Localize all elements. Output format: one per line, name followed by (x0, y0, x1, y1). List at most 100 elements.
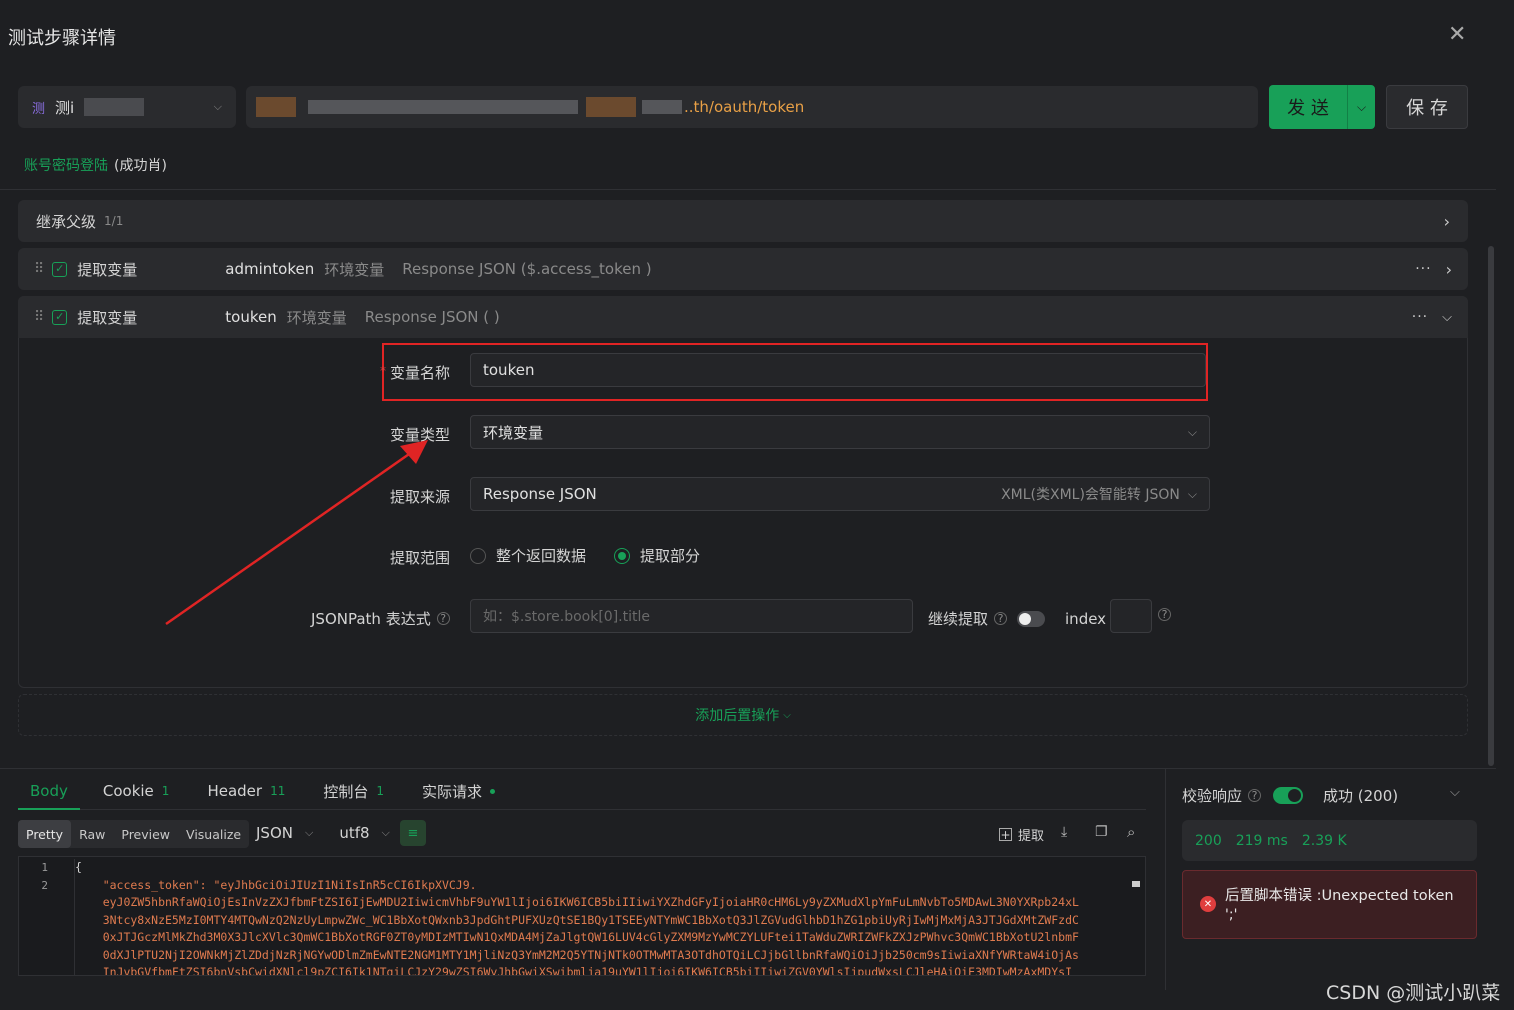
chevron-down-icon[interactable]: ⌵ (1347, 85, 1375, 129)
redacted-block (308, 100, 578, 114)
url-input[interactable]: ..th/oauth/token (246, 86, 1258, 128)
jsonpath-input[interactable]: 如：$.store.book[0].title (470, 599, 913, 633)
tab-header[interactable]: Header 11 (207, 782, 285, 800)
watermark: CSDN @测试小趴菜 (1326, 982, 1501, 1004)
add-post-button[interactable]: 添加后置操作 ⌵ (18, 694, 1468, 736)
radio-all[interactable] (470, 547, 486, 564)
chevron-down-icon: ⌵ (1187, 486, 1197, 501)
extract-source: Response JSON ( ) (364, 308, 500, 326)
divider (1165, 768, 1166, 990)
code-line: { (75, 860, 82, 874)
url-text: ..th/oauth/token (684, 98, 805, 116)
range-option-part[interactable]: 提取部分 (640, 545, 700, 566)
code-scrollbar[interactable] (1129, 857, 1143, 975)
extract-title: 提取变量 (77, 260, 138, 279)
extract-row-1[interactable]: ⠿ ✓ 提取变量 admintoken 环境变量 Response JSON (… (18, 248, 1468, 290)
close-icon[interactable]: ✕ (1448, 22, 1466, 47)
view-mode-group: Pretty Raw Preview Visualize (18, 820, 250, 848)
code-line: InJvbGVfbmFtZSI6bnVsbCwidXNlcl9pZCI6Ik1N… (75, 965, 1072, 976)
inherit-row[interactable]: 继承父级 1/1 › (18, 200, 1468, 242)
drag-handle-icon[interactable]: ⠿ (34, 309, 44, 325)
download-icon[interactable]: ⤓ (1061, 824, 1067, 840)
inherit-count: 1/1 (104, 214, 124, 228)
var-name-input[interactable]: touken (470, 353, 1206, 387)
view-pretty[interactable]: Pretty (18, 820, 72, 848)
chevron-right-icon[interactable]: › (1446, 260, 1452, 279)
save-button[interactable]: 保 存 (1386, 85, 1468, 129)
source-select[interactable]: Response JSON XML(类XML)会智能转 JSON ⌵ (470, 477, 1210, 511)
chevron-right-icon: › (1443, 211, 1450, 231)
view-visualize[interactable]: Visualize (178, 820, 249, 848)
tab-actual-request[interactable]: 实际请求 (422, 781, 496, 802)
chevron-down-icon: ⌵ (1187, 424, 1197, 439)
line-number: 2 (41, 879, 48, 892)
name-label: 变量名称 (390, 364, 451, 382)
drag-handle-icon[interactable]: ⠿ (34, 261, 44, 277)
tab-cookie[interactable]: Cookie 1 (103, 782, 170, 800)
more-icon[interactable]: ··· (1412, 309, 1428, 325)
status-code: 200 (1195, 832, 1222, 849)
required-mark: * (380, 364, 386, 378)
var-type-select[interactable]: 环境变量 ⌵ (470, 415, 1210, 449)
search-icon[interactable]: ⌕ (1127, 823, 1135, 841)
index-input[interactable] (1110, 599, 1152, 633)
code-line: 0xJTJGczMlMkZhd3M0X3JlcXVlc3QmWC1BbXotRG… (75, 930, 1079, 944)
divider (0, 768, 1496, 769)
checkbox-icon[interactable]: ✓ (52, 261, 68, 277)
continue-toggle[interactable] (1017, 610, 1046, 627)
help-icon[interactable]: ? (1248, 789, 1262, 802)
extract-icon[interactable]: + (999, 828, 1012, 842)
help-icon[interactable]: ? (994, 612, 1008, 625)
error-text-2: ';' (1225, 907, 1238, 923)
line-number: 1 (41, 861, 48, 874)
format-select[interactable]: JSON (256, 824, 293, 842)
code-line: "access_token": "eyJhbGciOiJIUzI1NiIsInR… (75, 877, 477, 892)
code-line: 0dXJlPTU2NjI2OWNkMjZlZDdjNzRjNGYwODlmZmE… (75, 947, 1079, 962)
chevron-down-icon[interactable]: ⌵ (305, 826, 313, 840)
extract-source: Response JSON ($.access_token ) (402, 260, 652, 278)
extract-row-2[interactable]: ⠿ ✓ 提取变量 touken 环境变量 Response JSON ( ) ·… (18, 296, 1468, 338)
radio-part[interactable] (614, 547, 631, 564)
error-alert: ✕ 后置脚本错误 :Unexpected token ';' (1182, 870, 1477, 939)
scrollbar[interactable] (1488, 246, 1494, 766)
extract-var-name: admintoken (225, 260, 315, 278)
chevron-down-icon[interactable]: ⌵ (1450, 785, 1460, 800)
tab-console[interactable]: 控制台 1 (323, 781, 384, 802)
send-button[interactable]: 发 送 ⌵ (1269, 85, 1375, 129)
code-editor[interactable]: 1 2 { "access_token": "eyJhbGciOiJIUzI1N… (18, 856, 1146, 976)
encoding-select[interactable]: utf8 (339, 824, 369, 842)
line-gutter: 1 2 (19, 859, 75, 975)
code-line: eyJ0ZW5hbnRfaWQiOjEsInVzZXJfbmFtZSI6IjEw… (75, 895, 1079, 909)
response-tabs: Body Cookie 1 Header 11 控制台 1 实际请求 (30, 778, 496, 804)
wrap-icon[interactable]: ≡ (400, 820, 426, 846)
view-preview[interactable]: Preview (113, 820, 178, 848)
inherit-label: 继承父级 (36, 212, 97, 231)
validate-status: 成功 (200) (1323, 787, 1399, 805)
response-size: 2.39 K (1301, 832, 1347, 849)
tab-active-indicator (18, 808, 80, 810)
copy-icon[interactable]: ❐ (1095, 824, 1108, 840)
tab-body[interactable]: Body (30, 782, 68, 800)
api-link[interactable]: 账号密码登陆 (24, 155, 108, 175)
extract-var-name: touken (225, 308, 277, 326)
checkbox-icon[interactable]: ✓ (52, 309, 68, 325)
chevron-down-icon: ⌵ (213, 100, 222, 113)
dialog-title: 测试步骤详情 (8, 28, 116, 49)
step-badge: 测 (32, 101, 46, 117)
continue-label: 继续提取 (928, 610, 989, 628)
step-name: 测i (55, 98, 75, 117)
step-selector[interactable]: 测 测i ⌵ (18, 86, 236, 128)
help-icon[interactable]: ? (1158, 608, 1171, 621)
status-dot (490, 788, 496, 794)
validate-toggle[interactable] (1273, 787, 1304, 804)
validate-label: 校验响应 (1182, 787, 1243, 805)
extract-var-type: 环境变量 (286, 308, 347, 327)
view-raw[interactable]: Raw (71, 820, 113, 848)
chevron-down-icon[interactable]: ⌵ (1442, 310, 1452, 325)
source-hint: XML(类XML)会智能转 JSON (1001, 487, 1180, 503)
chevron-down-icon[interactable]: ⌵ (382, 826, 390, 840)
redacted-block (642, 100, 682, 114)
range-option-all[interactable]: 整个返回数据 (496, 545, 586, 566)
extract-button[interactable]: 提取 (1018, 825, 1044, 844)
more-icon[interactable]: ··· (1415, 261, 1431, 277)
